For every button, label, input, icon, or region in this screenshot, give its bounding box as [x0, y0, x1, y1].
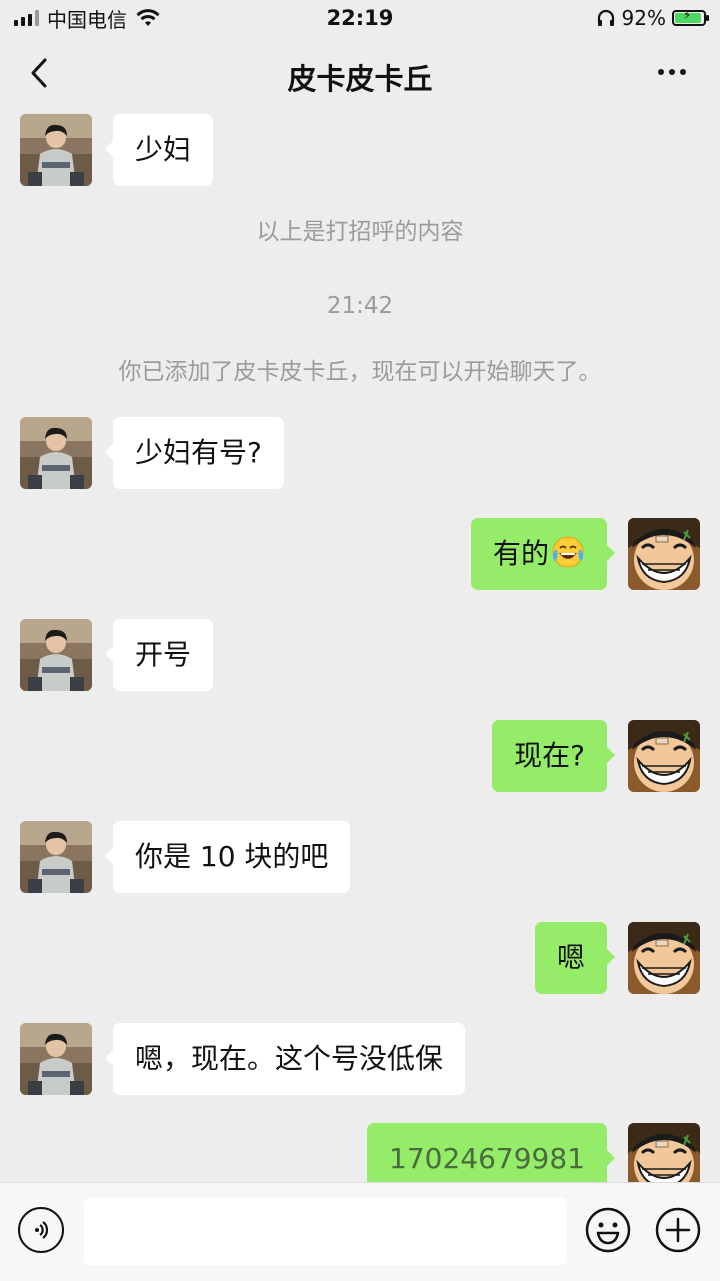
chat-header: 皮卡皮卡丘 [0, 40, 720, 110]
plus-icon [655, 1207, 701, 1253]
more-button[interactable] [654, 60, 690, 84]
message-bubble[interactable]: 开号 [104, 619, 214, 691]
contact-avatar[interactable] [20, 1023, 92, 1095]
chat-messages[interactable]: 少妇 以上是打招呼的内容 21:42 你已添加了皮卡皮卡丘，现在可以开始聊天了。… [0, 110, 720, 1182]
more-dots-icon [658, 69, 664, 75]
voice-icon [35, 1221, 49, 1239]
voice-button[interactable] [18, 1207, 64, 1253]
contact-avatar[interactable] [20, 619, 92, 691]
headphones-icon [597, 9, 614, 26]
system-notice: 你已添加了皮卡皮卡丘，现在可以开始聊天了。 [118, 359, 602, 385]
message-bubble[interactable]: 你是 10 块的吧 [104, 821, 351, 893]
message-bubble[interactable]: 嗯 [534, 922, 616, 994]
timestamp: 21:42 [326, 293, 394, 319]
my-avatar[interactable] [628, 518, 700, 590]
message-bubble[interactable]: 少妇 [104, 114, 214, 186]
battery-icon [672, 8, 709, 26]
more-functions-button[interactable] [655, 1207, 701, 1253]
message-bubble[interactable]: 嗯，现在。这个号没低保 [104, 1023, 466, 1095]
phone-number-link[interactable]: 17024679981 [367, 1123, 615, 1182]
input-bar [0, 1182, 720, 1281]
message-bubble[interactable]: 少妇有号? [105, 417, 284, 489]
tears-of-joy-emoji [552, 536, 584, 568]
my-avatar[interactable] [628, 1123, 700, 1182]
my-avatar[interactable] [628, 720, 700, 792]
battery-percent: 92% [621, 6, 666, 30]
chat-title: 皮卡皮卡丘 [287, 62, 433, 96]
contact-avatar[interactable] [20, 417, 92, 489]
contact-avatar[interactable] [20, 821, 92, 893]
emoji-icon [585, 1207, 631, 1253]
message-bubble[interactable]: 现在? [492, 720, 615, 792]
status-bar: 中国电信 22:19 92% [0, 0, 720, 40]
emoji-button[interactable] [585, 1207, 631, 1253]
message-input[interactable] [84, 1197, 567, 1265]
system-notice: 以上是打招呼的内容 [256, 219, 464, 245]
message-bubble[interactable]: 有的 [470, 518, 616, 590]
my-avatar[interactable] [628, 922, 700, 994]
message-text: 有的 [492, 537, 549, 570]
contact-avatar[interactable] [20, 114, 92, 186]
